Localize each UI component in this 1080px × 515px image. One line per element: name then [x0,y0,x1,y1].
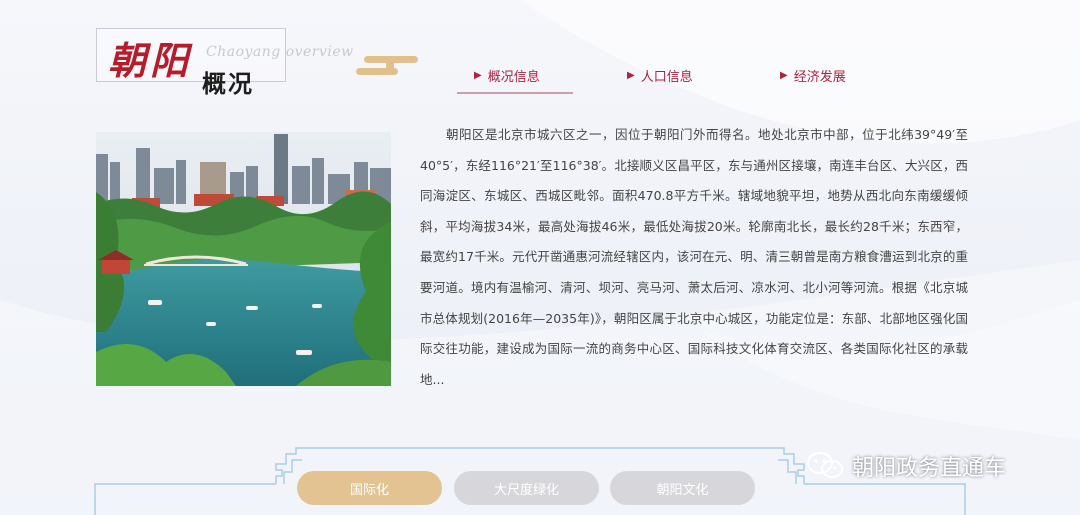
active-tab-underline [457,92,573,94]
overview-paragraph: 朝阳区是北京市城六区之一，因位于朝阳门外而得名。地处北京市中部，位于北纬39°4… [420,127,968,387]
logo-title-black: 概况 [202,69,254,98]
pill-label: 朝阳文化 [656,482,709,498]
caret-right-icon: ▶ [474,70,482,81]
bottom-tab-greening[interactable]: 大尺度绿化 [454,471,599,505]
wechat-icon [807,452,843,478]
tab-label: 经济发展 [793,70,846,85]
logo-subtitle-en: Chaoyang overview [206,44,354,60]
tab-label: 人口信息 [640,70,693,85]
caret-right-icon: ▶ [780,70,788,81]
bottom-tab-culture[interactable]: 朝阳文化 [610,471,755,505]
gold-cloud-icon [356,56,418,75]
wechat-watermark: 朝阳政务直通车 [806,450,1006,482]
logo-title-red: 朝阳 [108,38,193,83]
pill-label: 大尺度绿化 [493,482,559,498]
watermark-text: 朝阳政务直通车 [852,456,1007,481]
bottom-tab-internationalization[interactable]: 国际化 [297,471,442,505]
district-photo [96,132,391,386]
tab-label: 概况信息 [487,70,540,85]
tab-economy[interactable]: ▶ 经济发展 [780,66,846,85]
tab-overview[interactable]: ▶ 概况信息 [474,66,540,85]
tab-population[interactable]: ▶ 人口信息 [627,66,693,85]
pill-label: 国际化 [349,482,389,498]
caret-right-icon: ▶ [627,70,635,81]
